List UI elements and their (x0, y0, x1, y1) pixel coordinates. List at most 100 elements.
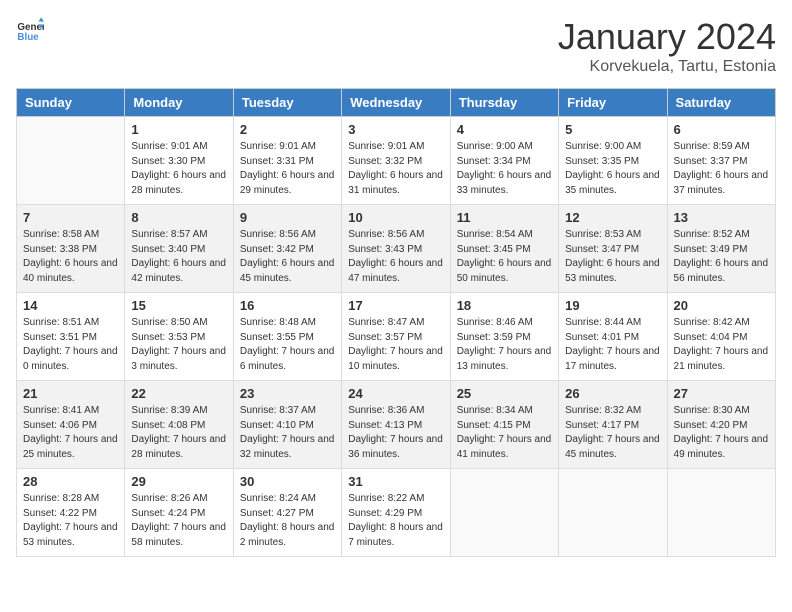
day-info: Sunrise: 8:56 AMSunset: 3:43 PMDaylight:… (348, 228, 443, 286)
day-number: 4 (457, 122, 552, 137)
calendar-cell: 14 Sunrise: 8:51 AMSunset: 3:51 PMDayligh… (17, 293, 125, 381)
day-number: 14 (23, 298, 118, 313)
day-info: Sunrise: 9:00 AMSunset: 3:34 PMDaylight:… (457, 140, 552, 198)
calendar-cell: 31 Sunrise: 8:22 AMSunset: 4:29 PMDayligh… (342, 469, 450, 557)
day-info: Sunrise: 8:34 AMSunset: 4:15 PMDaylight:… (457, 404, 552, 462)
day-info: Sunrise: 9:01 AMSunset: 3:32 PMDaylight:… (348, 140, 443, 198)
calendar-cell: 21Sunrise: 8:41 AMSunset: 4:06 PMDayligh… (17, 381, 125, 469)
calendar-cell: 9 Sunrise: 8:56 AMSunset: 3:42 PMDaylight… (233, 205, 341, 293)
week-row-4: 21Sunrise: 8:41 AMSunset: 4:06 PMDayligh… (17, 381, 776, 469)
day-info: Sunrise: 8:42 AMSunset: 4:04 PMDaylight:… (674, 316, 769, 374)
calendar-cell: 26 Sunrise: 8:32 AMSunset: 4:17 PMDayligh… (559, 381, 667, 469)
day-number: 18 (457, 298, 552, 313)
calendar-cell: 18 Sunrise: 8:46 AMSunset: 3:59 PMDayligh… (450, 293, 558, 381)
day-info: Sunrise: 8:53 AMSunset: 3:47 PMDaylight:… (565, 228, 660, 286)
calendar-cell: 28 Sunrise: 8:28 AMSunset: 4:22 PMDayligh… (17, 469, 125, 557)
calendar-cell: 24 Sunrise: 8:36 AMSunset: 4:13 PMDayligh… (342, 381, 450, 469)
day-number: 8 (131, 210, 226, 225)
calendar-cell: 5 Sunrise: 9:00 AMSunset: 3:35 PMDaylight… (559, 117, 667, 205)
calendar-table: SundayMondayTuesdayWednesdayThursdayFrid… (16, 88, 776, 557)
calendar-cell: 16Sunrise: 8:48 AMSunset: 3:55 PMDayligh… (233, 293, 341, 381)
day-header-monday: Monday (125, 89, 233, 117)
day-header-saturday: Saturday (667, 89, 775, 117)
logo-icon: General Blue (16, 16, 44, 44)
day-info: Sunrise: 8:30 AMSunset: 4:20 PMDaylight:… (674, 404, 769, 462)
title-area: January 2024 Korvekuela, Tartu, Estonia (558, 16, 776, 76)
day-info: Sunrise: 8:37 AMSunset: 4:10 PMDaylight:… (240, 404, 335, 462)
logo: General Blue (16, 16, 44, 44)
day-info: Sunrise: 8:46 AMSunset: 3:59 PMDaylight:… (457, 316, 552, 374)
svg-text:Blue: Blue (17, 32, 39, 43)
calendar-cell: 6Sunrise: 8:59 AMSunset: 3:37 PMDaylight… (667, 117, 775, 205)
calendar-cell: 22 Sunrise: 8:39 AMSunset: 4:08 PMDayligh… (125, 381, 233, 469)
day-number: 24 (348, 386, 443, 401)
day-info: Sunrise: 8:51 AMSunset: 3:51 PMDaylight:… (23, 316, 118, 374)
calendar-cell: 7Sunrise: 8:58 AMSunset: 3:38 PMDaylight… (17, 205, 125, 293)
day-info: Sunrise: 8:57 AMSunset: 3:40 PMDaylight:… (131, 228, 226, 286)
calendar-cell: 13Sunrise: 8:52 AMSunset: 3:49 PMDayligh… (667, 205, 775, 293)
calendar-cell: 25 Sunrise: 8:34 AMSunset: 4:15 PMDayligh… (450, 381, 558, 469)
day-info: Sunrise: 8:39 AMSunset: 4:08 PMDaylight:… (131, 404, 226, 462)
day-info: Sunrise: 8:52 AMSunset: 3:49 PMDaylight:… (674, 228, 769, 286)
calendar-cell: 3Sunrise: 9:01 AMSunset: 3:32 PMDaylight… (342, 117, 450, 205)
day-number: 23 (240, 386, 335, 401)
day-header-tuesday: Tuesday (233, 89, 341, 117)
day-info: Sunrise: 9:01 AMSunset: 3:30 PMDaylight:… (131, 140, 226, 198)
day-header-friday: Friday (559, 89, 667, 117)
day-info: Sunrise: 8:36 AMSunset: 4:13 PMDaylight:… (348, 404, 443, 462)
month-title: January 2024 (558, 16, 776, 58)
day-info: Sunrise: 8:56 AMSunset: 3:42 PMDaylight:… (240, 228, 335, 286)
day-info: Sunrise: 8:54 AMSunset: 3:45 PMDaylight:… (457, 228, 552, 286)
day-info: Sunrise: 8:26 AMSunset: 4:24 PMDaylight:… (131, 492, 226, 550)
day-number: 25 (457, 386, 552, 401)
day-info: Sunrise: 8:48 AMSunset: 3:55 PMDaylight:… (240, 316, 335, 374)
week-row-1: 1 Sunrise: 9:01 AMSunset: 3:30 PMDaylight… (17, 117, 776, 205)
day-header-sunday: Sunday (17, 89, 125, 117)
day-number: 20 (674, 298, 769, 313)
week-row-5: 28 Sunrise: 8:28 AMSunset: 4:22 PMDayligh… (17, 469, 776, 557)
calendar-cell (17, 117, 125, 205)
calendar-cell: 2Sunrise: 9:01 AMSunset: 3:31 PMDaylight… (233, 117, 341, 205)
day-number: 28 (23, 474, 118, 489)
calendar-cell: 8 Sunrise: 8:57 AMSunset: 3:40 PMDaylight… (125, 205, 233, 293)
calendar-cell: 11 Sunrise: 8:54 AMSunset: 3:45 PMDayligh… (450, 205, 558, 293)
day-info: Sunrise: 8:24 AMSunset: 4:27 PMDaylight:… (240, 492, 335, 550)
day-info: Sunrise: 8:44 AMSunset: 4:01 PMDaylight:… (565, 316, 660, 374)
day-number: 17 (348, 298, 443, 313)
day-number: 31 (348, 474, 443, 489)
day-info: Sunrise: 9:00 AMSunset: 3:35 PMDaylight:… (565, 140, 660, 198)
day-number: 1 (131, 122, 226, 137)
day-info: Sunrise: 8:28 AMSunset: 4:22 PMDaylight:… (23, 492, 118, 550)
day-number: 7 (23, 210, 118, 225)
day-header-wednesday: Wednesday (342, 89, 450, 117)
day-number: 15 (131, 298, 226, 313)
day-number: 2 (240, 122, 335, 137)
day-number: 12 (565, 210, 660, 225)
calendar-cell: 4 Sunrise: 9:00 AMSunset: 3:34 PMDaylight… (450, 117, 558, 205)
day-header-thursday: Thursday (450, 89, 558, 117)
calendar-cell: 20 Sunrise: 8:42 AMSunset: 4:04 PMDayligh… (667, 293, 775, 381)
week-row-2: 7Sunrise: 8:58 AMSunset: 3:38 PMDaylight… (17, 205, 776, 293)
calendar-cell: 19 Sunrise: 8:44 AMSunset: 4:01 PMDayligh… (559, 293, 667, 381)
day-number: 9 (240, 210, 335, 225)
calendar-cell: 30Sunrise: 8:24 AMSunset: 4:27 PMDayligh… (233, 469, 341, 557)
day-number: 22 (131, 386, 226, 401)
header: General Blue January 2024 Korvekuela, Ta… (16, 16, 776, 76)
day-info: Sunrise: 8:22 AMSunset: 4:29 PMDaylight:… (348, 492, 443, 550)
calendar-cell: 17 Sunrise: 8:47 AMSunset: 3:57 PMDayligh… (342, 293, 450, 381)
location-title: Korvekuela, Tartu, Estonia (558, 58, 776, 76)
calendar-cell: 29 Sunrise: 8:26 AMSunset: 4:24 PMDayligh… (125, 469, 233, 557)
calendar-cell (450, 469, 558, 557)
day-info: Sunrise: 8:41 AMSunset: 4:06 PMDaylight:… (23, 404, 118, 462)
day-info: Sunrise: 8:50 AMSunset: 3:53 PMDaylight:… (131, 316, 226, 374)
day-number: 5 (565, 122, 660, 137)
day-info: Sunrise: 8:32 AMSunset: 4:17 PMDaylight:… (565, 404, 660, 462)
day-number: 19 (565, 298, 660, 313)
calendar-cell: 10Sunrise: 8:56 AMSunset: 3:43 PMDayligh… (342, 205, 450, 293)
day-info: Sunrise: 8:47 AMSunset: 3:57 PMDaylight:… (348, 316, 443, 374)
day-number: 27 (674, 386, 769, 401)
day-number: 29 (131, 474, 226, 489)
day-number: 26 (565, 386, 660, 401)
day-number: 11 (457, 210, 552, 225)
calendar-cell (667, 469, 775, 557)
